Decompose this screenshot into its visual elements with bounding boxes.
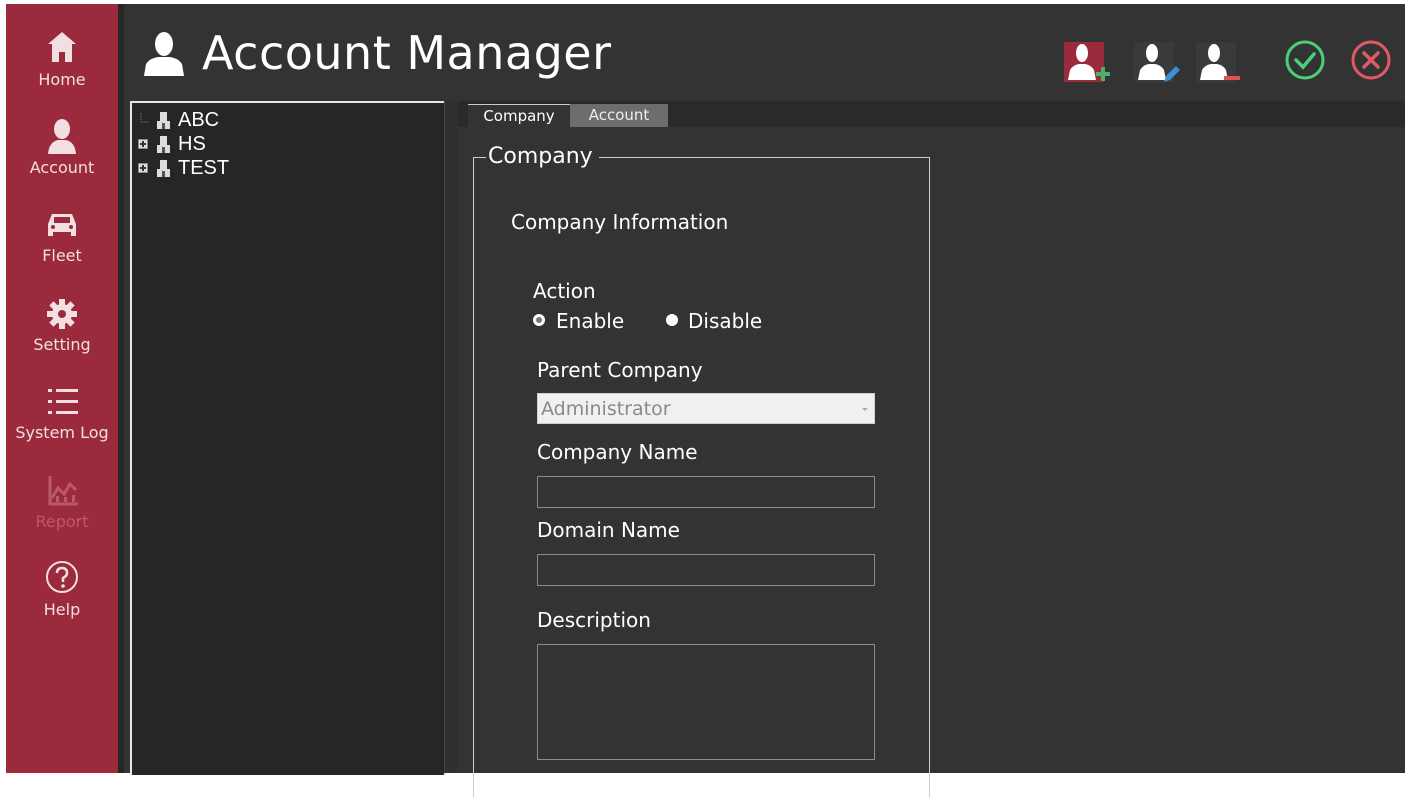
chart-icon xyxy=(48,476,78,506)
sidebar-item-system-log[interactable]: System Log xyxy=(6,381,118,461)
sidebar-item-label: Fleet xyxy=(42,246,82,265)
list-icon xyxy=(48,389,78,414)
parent-company-value: Administrator xyxy=(541,398,671,420)
sidebar-item-label: System Log xyxy=(15,423,109,442)
header: Account Manager xyxy=(124,4,1405,100)
confirm-icon xyxy=(1285,40,1325,80)
sidebar-item-label: Report xyxy=(35,512,89,531)
company-icon xyxy=(157,112,170,129)
sidebar-item-label: Home xyxy=(38,70,86,89)
chevron-down-icon xyxy=(862,408,868,411)
tab-account[interactable]: Account xyxy=(570,104,668,127)
domain-name-label: Domain Name xyxy=(537,518,680,542)
expand-icon[interactable] xyxy=(138,163,148,173)
action-label: Action xyxy=(533,279,596,303)
sidebar-item-help[interactable]: Help xyxy=(6,558,118,638)
company-name-label: Company Name xyxy=(537,440,698,464)
tab-company[interactable]: Company xyxy=(468,104,571,128)
add-user-button[interactable] xyxy=(1062,40,1114,88)
parent-company-label: Parent Company xyxy=(537,358,703,382)
company-groupbox: Company Information Action Enable Disabl… xyxy=(473,157,930,798)
edit-user-button[interactable] xyxy=(1132,40,1184,88)
sidebar-item-label: Help xyxy=(43,600,81,619)
tab-strip: Company Account xyxy=(458,101,1405,128)
home-icon xyxy=(48,32,76,62)
enable-radio[interactable] xyxy=(533,314,545,326)
tree-node-label: TEST xyxy=(178,157,230,179)
remove-user-icon xyxy=(1196,42,1240,82)
account-icon xyxy=(48,119,76,154)
remove-user-button[interactable] xyxy=(1194,40,1246,88)
tree-node-label: ABC xyxy=(178,109,220,131)
gear-icon xyxy=(47,299,77,329)
disable-radio[interactable] xyxy=(666,314,678,326)
cancel-button[interactable] xyxy=(1350,39,1392,81)
group-title: Company xyxy=(486,144,599,169)
company-name-field[interactable] xyxy=(537,476,875,508)
sidebar-item-home[interactable]: Home xyxy=(6,28,118,108)
sidebar-item-label: Account xyxy=(29,158,95,177)
sidebar-item-report[interactable]: Report xyxy=(6,470,118,550)
description-field[interactable] xyxy=(537,644,875,760)
parent-company-select[interactable]: Administrator xyxy=(537,393,875,424)
panel-splitter[interactable] xyxy=(444,101,459,773)
add-user-icon xyxy=(1064,42,1110,82)
tree-node-label: HS xyxy=(178,133,206,155)
edit-user-icon xyxy=(1134,42,1180,82)
car-icon xyxy=(48,214,76,236)
expand-icon[interactable] xyxy=(138,139,148,149)
description-label: Description xyxy=(537,608,651,632)
help-icon xyxy=(46,561,78,593)
confirm-button[interactable] xyxy=(1284,39,1326,81)
sidebar: Home Account Fleet Setting System Log Re… xyxy=(6,4,118,773)
sidebar-item-fleet[interactable]: Fleet xyxy=(6,204,118,284)
tree-node-hs[interactable]: HS xyxy=(132,133,332,157)
tree-node-abc[interactable]: ABC xyxy=(132,109,332,133)
company-icon xyxy=(157,160,170,177)
tab-content: Company Information Action Enable Disabl… xyxy=(458,127,1405,798)
sidebar-item-setting[interactable]: Setting xyxy=(6,293,118,373)
sidebar-item-account[interactable]: Account xyxy=(6,116,118,196)
tree-node-test[interactable]: TEST xyxy=(132,157,332,181)
domain-name-field[interactable] xyxy=(537,554,875,586)
enable-radio-label[interactable]: Enable xyxy=(556,309,624,333)
app-window: Home Account Fleet Setting System Log Re… xyxy=(6,4,1405,798)
company-icon xyxy=(157,136,170,153)
company-tree: ABC HS TEST xyxy=(130,101,446,775)
sidebar-item-label: Setting xyxy=(33,335,91,354)
disable-radio-label[interactable]: Disable xyxy=(688,309,762,333)
sidebar-border xyxy=(118,4,124,773)
section-title: Company Information xyxy=(511,210,729,234)
page-title: Account Manager xyxy=(202,26,612,80)
cancel-icon xyxy=(1351,40,1391,80)
user-icon xyxy=(144,32,184,76)
